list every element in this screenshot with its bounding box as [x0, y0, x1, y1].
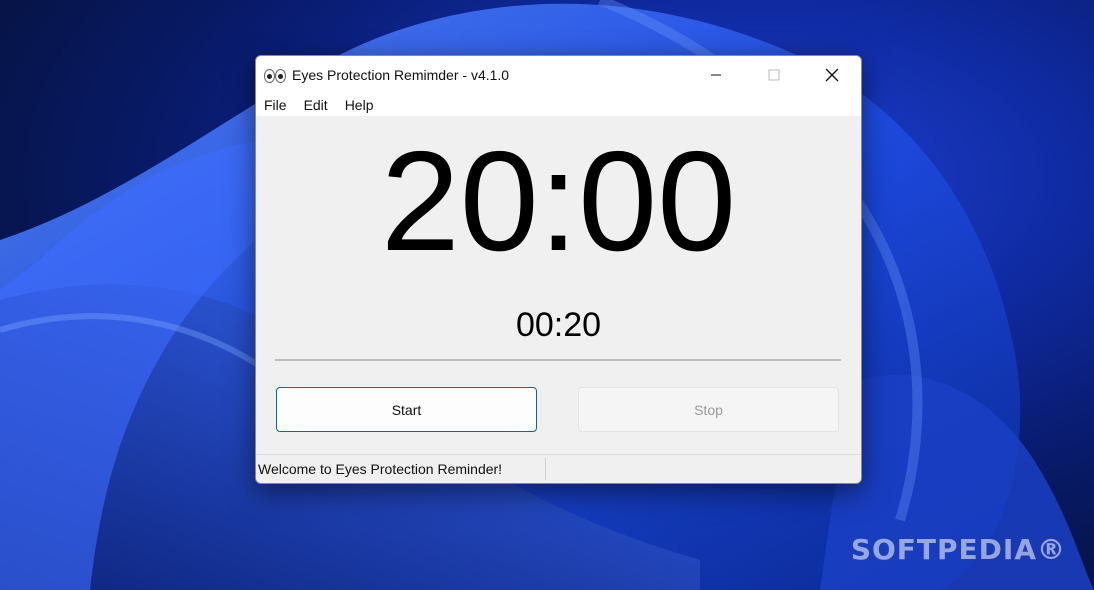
progress-bar — [275, 359, 841, 361]
break-countdown: 00:20 — [515, 306, 602, 344]
menu-help[interactable]: Help — [336, 97, 382, 113]
maximize-icon — [768, 69, 780, 81]
stop-button[interactable]: Stop — [578, 387, 839, 432]
status-separator — [545, 458, 546, 480]
start-button[interactable]: Start — [276, 387, 537, 432]
maximize-button[interactable] — [745, 56, 803, 94]
eyes-icon — [264, 67, 286, 83]
watermark: SOFTPEDIA® — [850, 533, 1066, 566]
minimize-button[interactable] — [687, 56, 745, 94]
main-countdown: 20:00 — [380, 122, 737, 281]
status-bar: Welcome to Eyes Protection Reminder! — [256, 454, 861, 483]
title-bar[interactable]: Eyes Protection Remimder - v4.1.0 — [256, 56, 861, 94]
window-controls — [687, 56, 861, 94]
close-icon — [825, 68, 839, 82]
app-window: Eyes Protection Remimder - v4.1.0 File E… — [255, 55, 862, 484]
menu-bar: File Edit Help — [256, 94, 861, 116]
close-button[interactable] — [803, 56, 861, 94]
menu-edit[interactable]: Edit — [295, 97, 336, 113]
menu-file[interactable]: File — [256, 97, 295, 113]
minimize-icon — [711, 74, 721, 76]
window-title: Eyes Protection Remimder - v4.1.0 — [292, 67, 510, 83]
status-message: Welcome to Eyes Protection Reminder! — [258, 461, 503, 477]
